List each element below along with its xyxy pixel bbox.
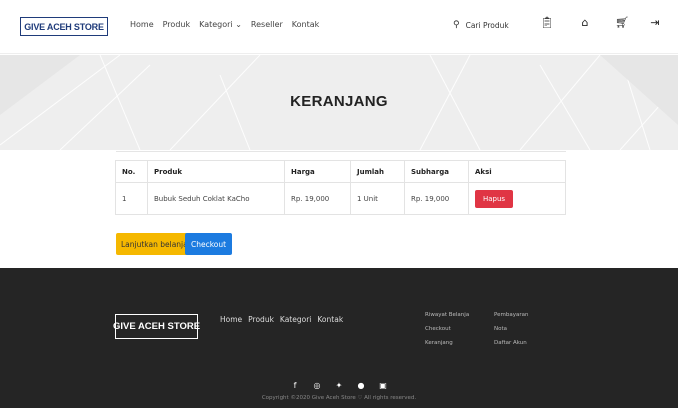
nav-produk[interactable]: Produk [163,20,190,29]
hapus-button[interactable]: Hapus [475,189,514,208]
col-header-subharga: Subharga [404,160,469,183]
continue-shopping-button[interactable]: Lanjutkan belanja [116,233,193,255]
youtube-icon[interactable]: ▣ [378,381,388,390]
cell-no: 1 [115,182,148,215]
footer-link-produk[interactable]: Produk [248,315,274,324]
col-header-produk: Produk [147,160,285,183]
footer-link-kontak[interactable]: Kontak [317,315,343,324]
footer-link-pembayaran[interactable]: Pembayaran [494,311,528,319]
col-header-harga: Harga [284,160,351,183]
dribbble-icon[interactable]: ● [356,381,366,390]
logout-icon[interactable]: ⇥ [648,16,662,29]
checkout-button[interactable]: Checkout [185,233,233,255]
clipboard-icon[interactable]: 📋︎ [540,16,554,29]
page-title: KERANJANG [290,93,388,110]
col-header-jumlah: Jumlah [350,160,405,183]
search-button[interactable]: ⚲ Cari Produk [453,20,509,30]
cell-subharga: Rp. 19,000 [404,182,469,215]
col-header-no: No. [115,160,148,183]
twitter-icon[interactable]: ✦ [334,381,344,390]
copyright-text: Copyright ©2020 Give Aceh Store ♡ All ri… [261,395,417,401]
table-header-row: No. Produk Harga Jumlah Subharga Aksi [115,160,566,183]
footer-column-1: Riwayat Belanja Checkout Keranjang [425,311,469,347]
facebook-icon[interactable]: f [290,381,300,390]
footer-link-nota[interactable]: Nota [494,325,528,333]
footer-link-keranjang[interactable]: Keranjang [425,339,469,347]
search-label: Cari Produk [465,20,509,30]
cell-aksi: Hapus [468,182,566,215]
nav-home[interactable]: Home [130,20,154,29]
cell-produk: Bubuk Seduh Coklat KaCho [147,182,285,215]
footer-link-home[interactable]: Home [220,315,242,324]
footer-links: Home Produk Kategori Kontak [220,315,343,324]
footer: GIVE ACEH STORE Home Produk Kategori Kon… [0,268,678,408]
cell-jumlah: 1 Unit [350,182,405,215]
home-icon[interactable]: ⌂ [578,16,592,29]
table-row: 1 Bubuk Seduh Coklat KaCho Rp. 19,000 1 … [115,182,566,215]
nav-kategori-dropdown[interactable]: Kategori ⌄ [199,20,242,29]
search-icon: ⚲ [453,20,460,30]
divider [116,151,566,152]
footer-link-kategori[interactable]: Kategori [280,315,311,324]
footer-brand-logo[interactable]: GIVE ACEH STORE [113,314,200,339]
cart-table: No. Produk Harga Jumlah Subharga Aksi 1 … [115,160,566,215]
nav-kontak[interactable]: Kontak [292,20,319,29]
footer-link-daftar-akun[interactable]: Daftar Akun [494,339,528,347]
instagram-icon[interactable]: ◎ [312,381,322,390]
cell-harga: Rp. 19,000 [284,182,351,215]
footer-link-checkout[interactable]: Checkout [425,325,469,333]
page-banner: KERANJANG [0,55,678,150]
footer-column-2: Pembayaran Nota Daftar Akun [494,311,528,347]
nav-links: Home Produk Kategori ⌄ Reseller Kontak [130,20,319,29]
brand-logo[interactable]: GIVE ACEH STORE [20,17,108,36]
cart-icon[interactable]: 🛒︎ [615,16,629,29]
col-header-aksi: Aksi [468,160,566,183]
navbar: GIVE ACEH STORE Home Produk Kategori ⌄ R… [0,0,678,54]
social-links: f ◎ ✦ ● ▣ [0,381,678,390]
footer-link-riwayat[interactable]: Riwayat Belanja [425,311,469,319]
nav-reseller[interactable]: Reseller [251,20,283,29]
